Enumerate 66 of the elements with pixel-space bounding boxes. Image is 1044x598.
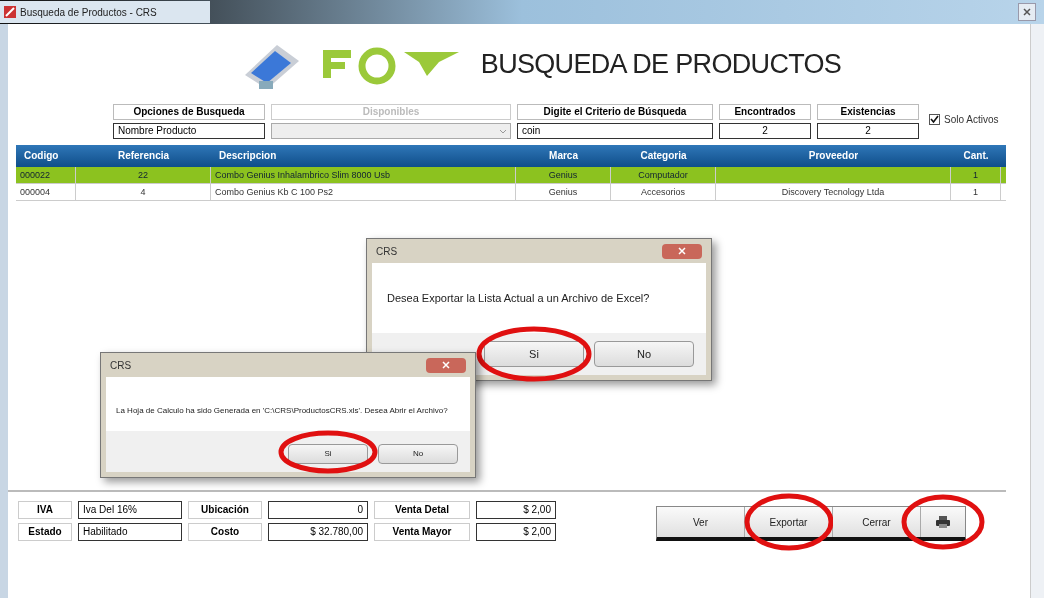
found-field: 2 [719,123,811,139]
table-cell: 000022 [16,167,76,183]
scrollbar[interactable] [1030,24,1044,598]
toolbar-button[interactable]: Cerrar [833,507,921,537]
column-header[interactable]: Descripcion [211,145,516,167]
table-cell: Accesorios [611,184,716,200]
dialog-title: CRS [376,244,398,259]
field-label: Venta Detal [374,500,470,519]
printer-icon [935,515,951,529]
value-field: 0 [268,500,368,519]
column-header[interactable]: Cant. [951,145,1001,167]
table-row[interactable]: 000022 22 Combo Genius Inhalambrico Slim 8000 Usb Genius Computador 1 [16,167,1006,184]
close-icon [442,361,450,369]
field-label: Venta Mayor [374,522,470,541]
value-field: Habilitado [78,522,182,541]
criteria-field[interactable]: coin [517,123,713,139]
print-button[interactable] [921,507,965,537]
field-label: Estado [18,522,72,541]
dialog-message: La Hoja de Calculo ha sido Generada en 'C:\CRS\ProductosCRS.xls'. Desea Abrir el Archivo? [116,405,448,417]
field-label: Encontrados [719,104,811,120]
available-dropdown[interactable] [271,123,511,139]
field-label: IVA [18,500,72,519]
column-header[interactable]: Codigo [16,145,76,167]
app-icon [4,6,16,18]
dialog-message: Desea Exportar la Lista Actual a un Archivo de Excel? [387,290,650,306]
dialog-button[interactable]: No [594,341,694,368]
table-cell: Combo Genius Kb C 100 Ps2 [211,184,516,200]
table-cell: Discovery Tecnology Ltda [716,184,951,200]
dialog-button[interactable]: No [378,444,458,464]
dialog-button[interactable]: Si [288,444,368,464]
table-cell: 1 [951,167,1001,183]
value-field: $ 2,00 [476,522,556,541]
column-header[interactable]: Categoria [611,145,716,167]
dialog-button[interactable]: Si [484,341,584,368]
column-header[interactable]: Referencia [76,145,211,167]
value-field: $ 2,00 [476,500,556,519]
value-field: $ 32.780,00 [268,522,368,541]
options-field[interactable]: Nombre Producto [113,123,265,139]
column-header[interactable]: Proveedor [716,145,951,167]
toolbar-button[interactable]: Ver [657,507,745,537]
stock-field: 2 [817,123,919,139]
field-label: Costo [188,522,262,541]
field-label: Existencias [817,104,919,120]
checkbox-label: Solo Activos [944,113,999,127]
table-cell: Computador [611,167,716,183]
close-icon [678,247,686,255]
table-cell: Combo Genius Inhalambrico Slim 8000 Usb [211,167,516,183]
close-icon [1023,8,1031,16]
table-cell: Genius [516,167,611,183]
field-label: Ubicación [188,500,262,519]
value-field: Iva Del 16% [78,500,182,519]
table-cell: Genius [516,184,611,200]
table-cell: 4 [76,184,211,200]
page-title: BUSQUEDA DE PRODUCTOS [480,47,842,81]
column-header[interactable]: Marca [516,145,611,167]
dialog-title: CRS [110,358,132,373]
field-label: Disponibles [271,104,511,120]
table-cell: 1 [951,184,1001,200]
table-cell: 000004 [16,184,76,200]
field-label: Digite el Criterio de Búsqueda [517,104,713,120]
close-button[interactable] [1018,3,1036,21]
window-title: Busqueda de Productos - CRS [20,5,157,20]
field-label: Opciones de Busqueda [113,104,265,120]
checkbox[interactable] [929,114,940,125]
table-cell: 22 [76,167,211,183]
table-row[interactable]: 000004 4 Combo Genius Kb C 100 Ps2 Genius Accesorios Discovery Tecnology Ltda 1 [16,184,1006,201]
